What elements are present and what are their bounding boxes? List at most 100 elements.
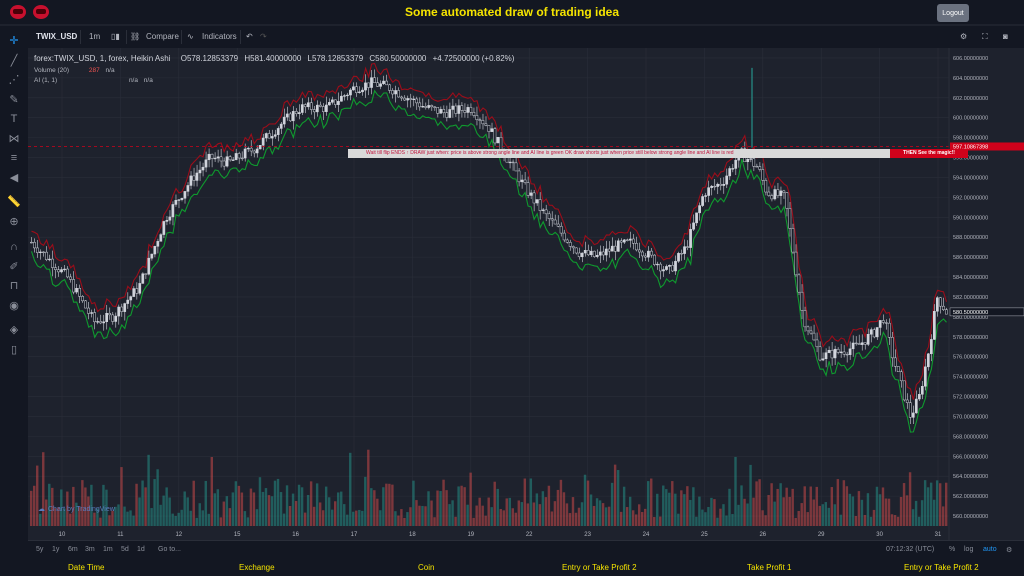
candle-body <box>942 305 945 310</box>
candle-body <box>878 320 882 328</box>
zoom-in-icon[interactable]: ⊕ <box>6 215 22 229</box>
candle-body <box>541 209 545 211</box>
candle-body <box>63 268 66 271</box>
time-tick: 30 <box>876 532 883 538</box>
candle-body <box>156 241 160 247</box>
candle-body <box>619 240 623 243</box>
range-1d[interactable]: 1d <box>137 546 145 553</box>
ruler-icon[interactable]: 📏 <box>6 195 22 209</box>
candle-body <box>601 251 605 256</box>
volume-bar <box>493 481 496 526</box>
chart-type-icon[interactable]: ▯▮ <box>111 32 120 41</box>
eye-icon[interactable]: ◉ <box>6 299 22 313</box>
candle-body <box>692 222 695 230</box>
log-toggle[interactable]: log <box>964 546 973 553</box>
candle-body <box>57 269 60 273</box>
time-tick: 15 <box>234 532 241 538</box>
candle-body <box>267 133 271 139</box>
candle-body <box>442 109 446 113</box>
indicators-icon[interactable]: ∿ <box>187 32 194 41</box>
clock-time[interactable]: 07:12:32 (UTC) <box>886 546 934 553</box>
indicators-button[interactable]: Indicators <box>202 32 237 41</box>
candle-body <box>914 398 918 414</box>
scale-settings-icon[interactable]: ⚙ <box>1006 546 1012 554</box>
time-tick: 12 <box>175 532 182 538</box>
date-time-link[interactable]: Date Time <box>68 563 104 572</box>
candle-body <box>147 257 151 275</box>
range-6m[interactable]: 6m <box>68 546 78 553</box>
compare-button[interactable]: Compare <box>146 32 179 41</box>
undo-icon[interactable]: ↶ <box>246 32 253 41</box>
volume-bar <box>767 494 770 526</box>
candle-body <box>650 250 653 256</box>
volume-bar <box>400 509 403 526</box>
fullscreen-icon[interactable]: ⛶ <box>982 32 988 42</box>
volume-bar <box>168 497 171 526</box>
volume-bar <box>343 504 346 526</box>
candle-body <box>625 239 629 241</box>
fib-icon[interactable]: ⋰ <box>6 73 22 87</box>
text-icon[interactable]: T <box>6 112 22 126</box>
price-tick: 562.00000000 <box>953 494 988 500</box>
chart-pane[interactable]: 560.00000000 562.00000000 564.00000000 566.… <box>28 48 1024 540</box>
range-1m[interactable]: 1m <box>103 546 113 553</box>
back-arrow-icon[interactable]: ◀ <box>6 171 22 185</box>
volume-bar <box>315 483 319 526</box>
candle-body <box>638 249 641 253</box>
volume-label[interactable]: Volume (20) <box>34 67 69 74</box>
forecast-icon[interactable]: ≡ <box>6 151 22 165</box>
range-1y[interactable]: 1y <box>52 546 59 553</box>
candle-body <box>207 153 211 161</box>
trash-icon[interactable]: ▯ <box>6 343 22 357</box>
price-chart[interactable]: 560.00000000 562.00000000 564.00000000 566.… <box>28 48 1024 540</box>
candle-body <box>144 273 148 275</box>
take-profit-1-link[interactable]: Take Profit 1 <box>747 563 791 572</box>
candle-body <box>312 109 316 113</box>
magnet-icon[interactable]: ∩ <box>6 240 22 254</box>
volume-bar <box>785 487 788 526</box>
candle-body <box>896 366 900 372</box>
exchange-link[interactable]: Exchange <box>239 563 275 572</box>
price-tick: 586.00000000 <box>953 255 988 261</box>
volume-bar <box>851 496 855 526</box>
goto-button[interactable]: Go to... <box>158 546 181 553</box>
legend-open: O578.12853379 <box>180 54 239 63</box>
auto-toggle[interactable]: auto <box>983 546 997 553</box>
volume-bar <box>252 492 256 526</box>
settings-icon[interactable]: ⚙ <box>960 32 967 41</box>
candle-body <box>869 329 873 335</box>
coin-link[interactable]: Coin <box>418 563 434 572</box>
stay-drawing-icon[interactable]: ✐ <box>6 260 22 274</box>
ai-label[interactable]: AI (1, 1) <box>34 77 57 84</box>
logout-button[interactable]: Logout <box>937 4 969 22</box>
candle-body <box>165 220 169 222</box>
candle-body <box>824 352 828 359</box>
range-5y[interactable]: 5y <box>36 546 43 553</box>
legend-symbol[interactable]: forex:TWIX_USD, 1, forex, Heikin Ashi <box>34 54 171 63</box>
candle-body <box>833 348 837 359</box>
percent-toggle[interactable]: % <box>949 546 955 553</box>
range-5d[interactable]: 5d <box>121 546 129 553</box>
candle-body <box>69 276 72 280</box>
lock-icon[interactable]: ⊓ <box>6 279 22 293</box>
tradingview-watermark[interactable]: ☁ Chart by TradingView <box>38 505 115 513</box>
pattern-icon[interactable]: ⋈ <box>6 132 22 146</box>
interval-button[interactable]: 1m <box>89 32 100 41</box>
range-3m[interactable]: 3m <box>85 546 95 553</box>
candle-body <box>686 246 689 248</box>
symbol-search[interactable]: TWIX_USD <box>36 32 77 41</box>
layers-icon[interactable]: ◈ <box>6 323 22 337</box>
volume-bar <box>782 497 785 526</box>
time-tick: 29 <box>818 532 825 538</box>
candle-body <box>352 86 355 91</box>
brush-icon[interactable]: ✎ <box>6 93 22 107</box>
candle-body <box>490 128 494 132</box>
entry-take-profit-link[interactable]: Entry or Take Profit 2 <box>562 563 637 572</box>
candle-body <box>565 239 569 243</box>
redo-icon[interactable]: ↷ <box>260 32 267 41</box>
crosshair-icon[interactable]: ✛ <box>6 34 22 48</box>
entry-take-profit-2-link[interactable]: Entry or Take Profit 2 <box>904 563 979 572</box>
camera-icon[interactable]: ◙ <box>1003 32 1008 41</box>
trend-line-icon[interactable]: ╱ <box>6 54 22 68</box>
compare-icon[interactable]: ⛓ <box>130 32 140 41</box>
